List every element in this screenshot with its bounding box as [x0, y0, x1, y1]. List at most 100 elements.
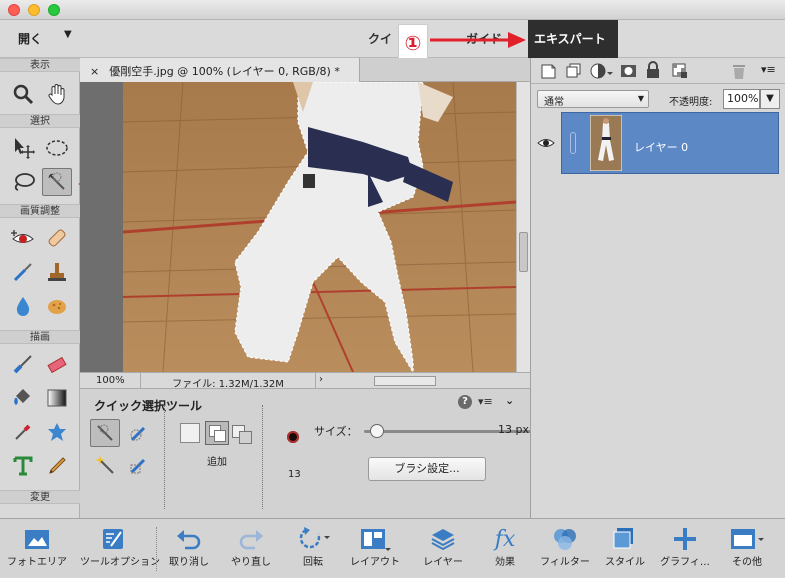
size-slider-knob[interactable] — [369, 424, 384, 438]
canvas-vertical-scrollbar[interactable] — [516, 82, 530, 372]
graphics-label: グラフィ… — [660, 557, 710, 568]
brush-settings-button[interactable]: ブラシ設定... — [368, 457, 486, 481]
annotation-arrow-1 — [430, 32, 526, 48]
brush-size-display: 13 — [288, 469, 301, 480]
rotate-icon — [299, 527, 330, 549]
lasso-tool[interactable] — [8, 168, 38, 196]
scroll-thumb[interactable] — [519, 232, 528, 272]
tab-expert[interactable]: エキスパート — [528, 20, 618, 58]
document-photo[interactable] — [123, 82, 516, 372]
smart-brush-tool[interactable] — [8, 258, 38, 286]
add-mode-square-b — [214, 430, 226, 442]
hand-tool[interactable] — [42, 80, 72, 108]
smart-brush-icon — [13, 263, 32, 282]
collapse-panel-icon[interactable]: ⌄ — [505, 394, 514, 407]
lasso-icon — [14, 173, 35, 191]
photo-bin-button[interactable]: フォトエリア — [4, 519, 70, 578]
close-window-button[interactable] — [8, 4, 20, 16]
layout-button[interactable]: レイアウト — [342, 519, 408, 578]
subtract-selection-mode[interactable] — [232, 425, 254, 445]
layer-mask-icon[interactable] — [619, 62, 637, 80]
zoom-tool[interactable] — [8, 80, 38, 108]
panel-menu-icon[interactable]: ▾≡ — [478, 395, 493, 408]
adjustment-layer-icon[interactable] — [589, 62, 613, 80]
more-button[interactable]: その他 — [714, 519, 780, 578]
size-label: サイズ： — [314, 425, 358, 438]
type-tool[interactable] — [8, 452, 38, 480]
move-tool[interactable] — [8, 134, 38, 162]
layers-panel-toolbar: ▾≡ — [531, 58, 785, 84]
eyedropper-icon — [15, 424, 31, 440]
close-document-icon[interactable]: × — [90, 65, 99, 78]
magic-wand-option[interactable] — [90, 451, 120, 479]
gradient-tool[interactable] — [42, 384, 72, 412]
opacity-input[interactable]: 100% — [723, 89, 760, 109]
status-menu-arrow[interactable]: › — [316, 373, 326, 388]
document-tab[interactable]: × 優剛空手.jpg @ 100% (レイヤー 0, RGB/8) * — [80, 58, 360, 82]
marquee-tool[interactable] — [42, 134, 72, 162]
clone-stamp-tool[interactable] — [42, 258, 72, 286]
minimize-window-button[interactable] — [28, 4, 40, 16]
graphics-button[interactable]: グラフィ… — [652, 519, 718, 578]
opacity-dropdown-button[interactable]: ▼ — [760, 89, 780, 109]
pencil-tool[interactable] — [42, 452, 72, 480]
style-button[interactable]: スタイル — [592, 519, 658, 578]
auto-selection-option[interactable] — [124, 451, 154, 479]
toolbox: 表示 選択 画質調整 描画 変更 — [0, 58, 80, 518]
new-group-icon[interactable] — [564, 62, 582, 80]
photo-bin-icon — [25, 530, 49, 549]
section-label-draw: 描画 — [0, 330, 80, 344]
custom-shape-tool[interactable] — [42, 418, 72, 446]
marquee-icon — [46, 140, 68, 156]
layers-highlight — [425, 523, 461, 555]
help-icon[interactable]: ? — [458, 395, 472, 409]
red-eye-icon — [11, 230, 34, 243]
delete-layer-icon[interactable] — [731, 62, 747, 80]
layout-icon — [361, 529, 391, 551]
layer-row[interactable]: レイヤー 0 — [561, 112, 779, 174]
blur-tool[interactable] — [8, 292, 38, 320]
eyedropper-tool[interactable] — [8, 418, 38, 446]
style-icon — [613, 528, 633, 549]
layers-panel: ▾≡ 通常 ▼ 不透明度: 100% ▼ レイヤー 0 — [530, 58, 785, 518]
blend-mode-select[interactable]: 通常 ▼ — [537, 90, 649, 108]
add-selection-mode[interactable] — [205, 421, 229, 445]
spot-healing-tool[interactable] — [42, 224, 72, 252]
tab-quick[interactable]: クイ — [368, 30, 392, 47]
auto-selection-icon — [130, 458, 146, 474]
tool-options-title: クイック選択ツール — [94, 399, 203, 413]
layers-panel-menu-icon[interactable]: ▾≡ — [761, 63, 776, 76]
open-button[interactable]: 開く — [18, 30, 42, 47]
brush-tool[interactable] — [8, 350, 38, 378]
filter-button[interactable]: フィルター — [532, 519, 598, 578]
tool-options-highlight — [96, 523, 130, 555]
new-layer-icon[interactable] — [539, 62, 557, 80]
quick-selection-option[interactable] — [90, 419, 120, 447]
quick-selection-tool[interactable] — [42, 168, 72, 196]
new-selection-mode[interactable] — [180, 423, 200, 443]
blend-mode-value: 通常 — [544, 97, 564, 108]
bottom-taskbar: フォトエリア ツールオプション 取り消し やり直し 回転 レイアウト レイヤー … — [0, 518, 785, 577]
lock-all-icon[interactable] — [645, 61, 661, 79]
redo-button[interactable]: やり直し — [218, 519, 284, 578]
paint-bucket-tool[interactable] — [8, 384, 38, 412]
layer-link-icon[interactable] — [570, 132, 576, 154]
section-label-select: 選択 — [0, 114, 80, 128]
layers-button[interactable]: レイヤー — [410, 519, 476, 578]
lock-transparency-icon[interactable] — [671, 62, 689, 80]
divider — [262, 405, 263, 509]
maximize-window-button[interactable] — [48, 4, 60, 16]
effects-button[interactable]: fx 効果 — [472, 519, 538, 578]
rotate-button[interactable]: 回転 — [280, 519, 346, 578]
sponge-tool[interactable] — [42, 292, 72, 320]
paint-bucket-icon — [14, 389, 30, 405]
open-dropdown-caret-icon[interactable]: ▼ — [64, 29, 72, 40]
filter-icon — [554, 529, 576, 550]
visibility-eye-icon[interactable] — [537, 136, 555, 150]
selection-brush-option[interactable] — [124, 419, 154, 447]
red-eye-tool[interactable] — [8, 224, 38, 252]
eraser-tool[interactable] — [42, 350, 72, 378]
horizontal-scroll-thumb[interactable] — [374, 376, 436, 386]
undo-button[interactable]: 取り消し — [156, 519, 222, 578]
tool-options-button[interactable]: ツールオプション — [80, 519, 160, 578]
